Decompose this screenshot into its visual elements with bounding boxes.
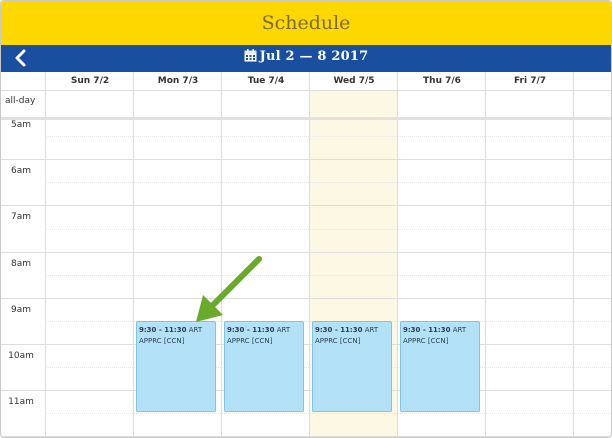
event-tue[interactable]: 9:30 - 11:30 ART APPRC [CCN] [224, 321, 304, 412]
week-navigation-bar: Jul 2 — 8 2017 [1, 45, 611, 72]
half-hour-line [45, 136, 611, 137]
event-mon[interactable]: 9:30 - 11:30 ART APPRC [CCN] [136, 321, 216, 412]
hour-line [1, 298, 611, 299]
event-time: 9:30 - 11:30 [315, 326, 363, 334]
day-header-thu: Thu 7/6 [423, 76, 461, 86]
header-bar: Schedule [1, 1, 611, 45]
column-divider [221, 72, 222, 437]
day-header-wed: Wed 7/5 [333, 76, 375, 86]
time-label-8am: 8am [10, 259, 31, 269]
time-label-6am: 6am [10, 166, 31, 176]
hour-line [1, 390, 611, 391]
time-label-7am: 7am [10, 212, 31, 222]
all-day-divider [1, 117, 611, 120]
week-grid: Sun 7/2 Mon 7/3 Tue 7/4 Wed 7/5 Thu 7/6 … [1, 72, 611, 437]
page-title: Schedule [261, 12, 351, 34]
time-label-10am: 10am [8, 351, 34, 361]
half-hour-line [45, 413, 611, 414]
time-label-11am: 11am [8, 397, 34, 407]
event-wed[interactable]: 9:30 - 11:30 ART APPRC [CCN] [312, 321, 392, 412]
column-divider [133, 72, 134, 437]
date-range-text: Jul 2 — 8 2017 [259, 49, 369, 64]
column-divider [485, 72, 486, 437]
day-header-mon: Mon 7/3 [157, 76, 199, 86]
column-divider [309, 72, 310, 437]
event-time: 9:30 - 11:30 [139, 326, 187, 334]
day-header-sun: Sun 7/2 [70, 76, 110, 86]
hour-line [1, 252, 611, 253]
hour-line [1, 436, 611, 437]
all-day-label: all-day [5, 96, 36, 106]
header-divider [1, 90, 611, 91]
event-time: 9:30 - 11:30 [403, 326, 451, 334]
event-time: 9:30 - 11:30 [227, 326, 275, 334]
hour-line [1, 205, 611, 206]
half-hour-line [45, 182, 611, 183]
day-header-tue: Tue 7/4 [247, 76, 285, 86]
hour-line [1, 344, 611, 345]
date-range-display: Jul 2 — 8 2017 [1, 49, 611, 66]
calendar-window: Schedule Jul 2 — 8 2017 Sun 7/2 Mon 7/3 … [0, 0, 612, 438]
column-divider [45, 72, 46, 437]
time-label-5am: 5am [10, 120, 31, 130]
hour-line [1, 159, 611, 160]
calendar-icon [244, 49, 257, 66]
column-divider [397, 72, 398, 437]
column-divider [573, 72, 574, 437]
day-header-fri: Fri 7/7 [513, 76, 547, 86]
time-label-9am: 9am [10, 305, 31, 315]
half-hour-line [45, 275, 611, 276]
half-hour-line [45, 229, 611, 230]
event-thu[interactable]: 9:30 - 11:30 ART APPRC [CCN] [400, 321, 480, 412]
